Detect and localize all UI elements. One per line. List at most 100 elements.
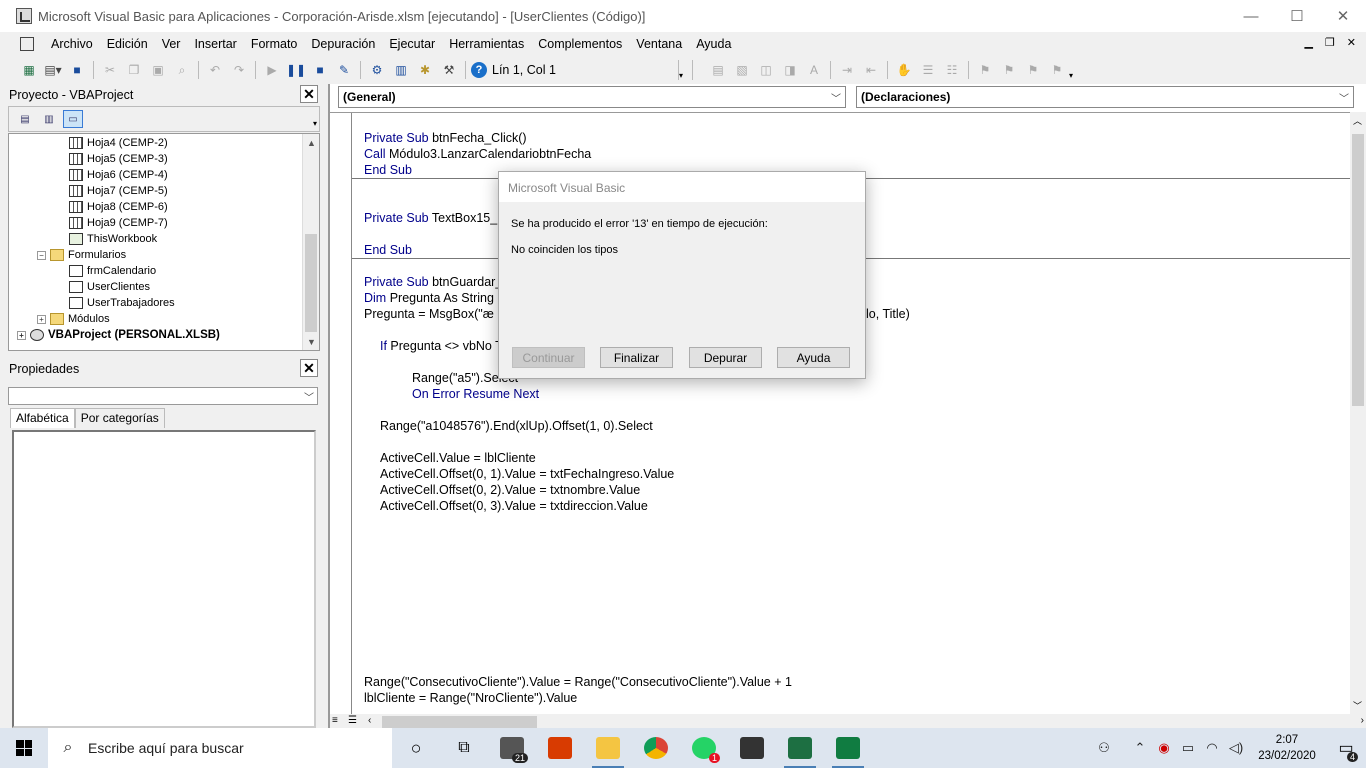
object-browser-icon[interactable]: ✱ xyxy=(414,60,436,80)
people-icon[interactable]: ⚇ xyxy=(1092,740,1116,756)
clock[interactable]: 2:07 23/02/2020 xyxy=(1248,732,1326,764)
next-bookmark-icon[interactable]: ⚑ xyxy=(998,60,1020,80)
properties-window-icon[interactable]: ▥ xyxy=(390,60,412,80)
wifi-icon[interactable]: ◠ xyxy=(1200,740,1224,756)
list-constants-icon[interactable]: ▧ xyxy=(731,60,753,80)
action-center-button[interactable]: ▭ 4 xyxy=(1326,738,1366,762)
taskbar-mail[interactable]: 21 xyxy=(488,728,536,768)
design-mode-icon[interactable]: ✎ xyxy=(333,60,355,80)
full-module-view-icon[interactable]: ☰ xyxy=(348,715,357,726)
excel-view-icon[interactable]: ▦ xyxy=(18,60,40,80)
previous-bookmark-icon[interactable]: ⚑ xyxy=(1022,60,1044,80)
code-vertical-scrollbar[interactable]: ︿ ﹀ xyxy=(1350,112,1366,714)
toolbar-overflow-icon-2[interactable]: ▾ xyxy=(1069,60,1079,80)
paste-icon[interactable]: ▣ xyxy=(147,60,169,80)
parameter-info-icon[interactable]: ◨ xyxy=(779,60,801,80)
find-icon[interactable]: ⌕ xyxy=(171,60,193,80)
quick-info-icon[interactable]: ◫ xyxy=(755,60,777,80)
comment-block-icon[interactable]: ☰ xyxy=(917,60,939,80)
run-icon[interactable]: ▶ xyxy=(261,60,283,80)
volume-icon[interactable]: ◁) xyxy=(1224,740,1248,756)
taskbar-search[interactable]: ⌕ Escribe aquí para buscar xyxy=(48,728,392,768)
clear-bookmarks-icon[interactable]: ⚑ xyxy=(1046,60,1068,80)
menu-insertar[interactable]: Insertar xyxy=(187,37,243,51)
mdi-restore-button[interactable]: ❐ xyxy=(1325,36,1335,49)
taskbar-calculator[interactable] xyxy=(728,728,776,768)
help-icon[interactable]: ? xyxy=(471,62,487,78)
collapse-icon[interactable]: − xyxy=(37,250,46,260)
tree-item-hoja8[interactable]: Hoja8 (CEMP-6) xyxy=(69,199,168,215)
tree-item-usertrabajadores[interactable]: UserTrabajadores xyxy=(69,295,175,311)
redo-icon[interactable]: ↷ xyxy=(228,60,250,80)
scroll-up-icon[interactable]: ︿ xyxy=(1353,114,1362,127)
complete-word-icon[interactable]: A xyxy=(803,60,825,80)
toggle-bookmark-icon[interactable]: ⚑ xyxy=(974,60,996,80)
expand-icon[interactable]: + xyxy=(37,314,46,324)
menu-edicion[interactable]: Edición xyxy=(100,37,155,51)
tree-folder-formularios[interactable]: − Formularios xyxy=(37,247,126,263)
procedure-view-icon[interactable]: ≡ xyxy=(332,715,338,726)
menu-formato[interactable]: Formato xyxy=(244,37,305,51)
scroll-right-icon[interactable]: › xyxy=(1361,715,1364,726)
expand-icon[interactable]: + xyxy=(17,330,26,340)
taskbar-vba-editor[interactable] xyxy=(776,728,824,768)
undo-icon[interactable]: ↶ xyxy=(204,60,226,80)
break-icon[interactable]: ❚❚ xyxy=(285,60,307,80)
tree-item-hoja5[interactable]: Hoja5 (CEMP-3) xyxy=(69,151,168,167)
battery-icon[interactable]: ▭ xyxy=(1176,740,1200,756)
tree-item-hoja9[interactable]: Hoja9 (CEMP-7) xyxy=(69,215,168,231)
tree-item-hoja7[interactable]: Hoja7 (CEMP-5) xyxy=(69,183,168,199)
properties-close-button[interactable]: ✕ xyxy=(300,359,318,377)
reset-icon[interactable]: ■ xyxy=(309,60,331,80)
tab-alfabetica[interactable]: Alfabética xyxy=(10,408,75,428)
scroll-down-icon[interactable]: ▼ xyxy=(303,333,319,350)
task-view-button[interactable]: ⧉ xyxy=(440,728,488,768)
scroll-left-icon[interactable]: ‹ xyxy=(368,715,371,726)
tree-folder-modulos[interactable]: + Módulos xyxy=(37,311,110,327)
indent-icon[interactable]: ⇥ xyxy=(836,60,858,80)
margin-indicator-bar[interactable] xyxy=(330,113,352,714)
close-button[interactable]: ✕ xyxy=(1320,0,1366,32)
save-icon[interactable]: ■ xyxy=(66,60,88,80)
copy-icon[interactable]: ❐ xyxy=(123,60,145,80)
toggle-breakpoint-icon[interactable]: ✋ xyxy=(893,60,915,80)
tab-por-categorias[interactable]: Por categorías xyxy=(74,408,165,428)
menu-depuracion[interactable]: Depuración xyxy=(304,37,382,51)
maximize-button[interactable]: ☐ xyxy=(1274,0,1320,32)
taskbar-office[interactable] xyxy=(536,728,584,768)
mdi-close-button[interactable]: ✕ xyxy=(1347,36,1356,49)
scroll-thumb[interactable] xyxy=(305,234,317,332)
scroll-thumb[interactable] xyxy=(382,716,537,728)
project-explorer-close-button[interactable]: ✕ xyxy=(300,85,318,103)
end-button[interactable]: Finalizar xyxy=(600,347,673,368)
taskbar-chrome[interactable] xyxy=(632,728,680,768)
tree-item-hoja4[interactable]: Hoja4 (CEMP-2) xyxy=(69,135,168,151)
outdent-icon[interactable]: ⇤ xyxy=(860,60,882,80)
menu-archivo[interactable]: Archivo xyxy=(44,37,100,51)
taskbar-file-explorer[interactable] xyxy=(584,728,632,768)
uncomment-block-icon[interactable]: ☷ xyxy=(941,60,963,80)
scroll-down-icon[interactable]: ﹀ xyxy=(1353,699,1362,712)
tree-item-hoja6[interactable]: Hoja6 (CEMP-4) xyxy=(69,167,168,183)
cut-icon[interactable]: ✂ xyxy=(99,60,121,80)
taskbar-excel[interactable] xyxy=(824,728,872,768)
chevron-up-icon[interactable]: ⌃ xyxy=(1128,740,1152,756)
view-code-icon[interactable]: ▤ xyxy=(15,110,35,128)
view-object-icon[interactable]: ▥ xyxy=(39,110,59,128)
mdi-minimize-button[interactable]: ▁ xyxy=(1304,36,1312,49)
list-properties-icon[interactable]: ▤ xyxy=(707,60,729,80)
menu-ayuda[interactable]: Ayuda xyxy=(689,37,738,51)
taskbar-whatsapp[interactable]: 1 xyxy=(680,728,728,768)
tree-item-thisworkbook[interactable]: ThisWorkbook xyxy=(69,231,157,247)
menu-ejecutar[interactable]: Ejecutar xyxy=(382,37,442,51)
object-combo[interactable]: (General) ﹀ xyxy=(338,86,846,108)
system-menu-icon[interactable] xyxy=(20,37,34,51)
insert-userform-icon[interactable]: ▤▾ xyxy=(42,60,64,80)
antivirus-icon[interactable]: ◉ xyxy=(1152,740,1176,756)
project-explorer-icon[interactable]: ⚙ xyxy=(366,60,388,80)
scroll-thumb[interactable] xyxy=(1352,134,1364,406)
tree-item-frmcalendario[interactable]: frmCalendario xyxy=(69,263,156,279)
menu-ver[interactable]: Ver xyxy=(155,37,188,51)
toolbar-grip-icon[interactable] xyxy=(692,60,702,80)
toolbar-overflow-icon[interactable]: ▾ xyxy=(313,119,317,128)
